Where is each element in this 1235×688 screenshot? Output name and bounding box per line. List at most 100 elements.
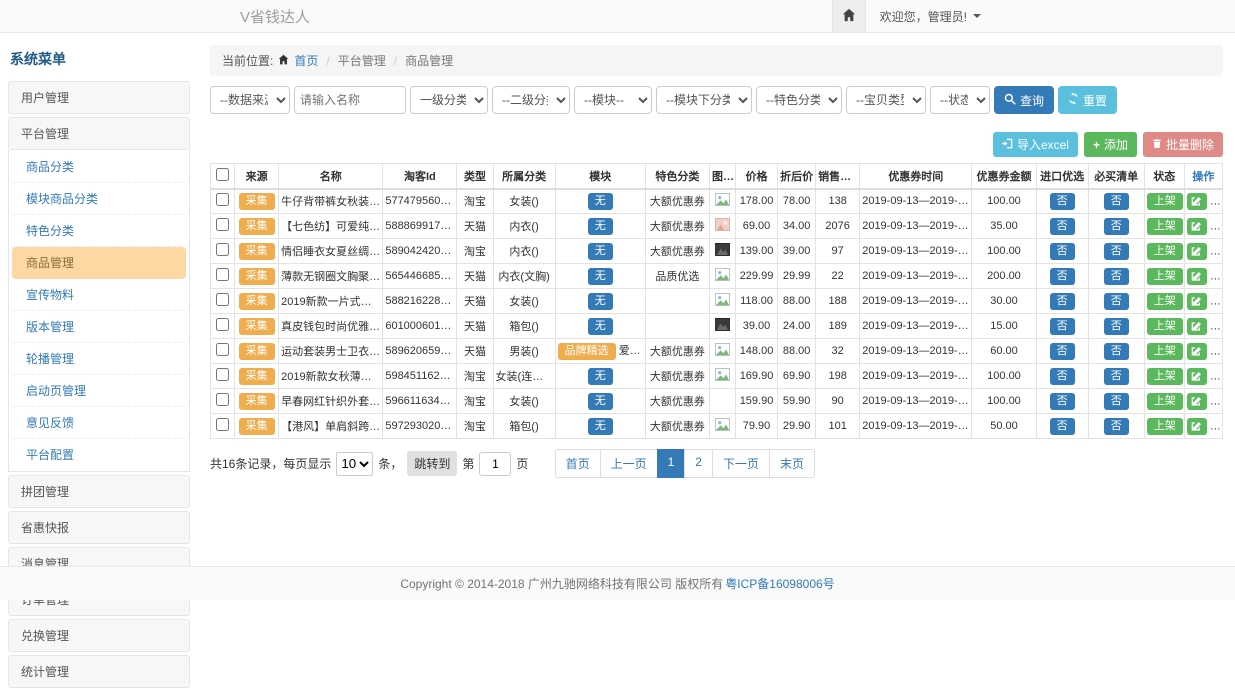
sidebar-subitem-版本管理[interactable]: 版本管理 bbox=[12, 311, 186, 343]
import-select-toggle[interactable]: 否 bbox=[1050, 343, 1075, 360]
row-checkbox[interactable] bbox=[216, 268, 229, 281]
edit-button[interactable] bbox=[1187, 393, 1207, 410]
must-buy-toggle[interactable]: 否 bbox=[1104, 343, 1129, 360]
must-buy-toggle[interactable]: 否 bbox=[1104, 393, 1129, 410]
status-badge[interactable]: 上架 bbox=[1147, 243, 1183, 260]
must-buy-toggle[interactable]: 否 bbox=[1104, 318, 1129, 335]
page-link-下一页[interactable]: 下一页 bbox=[712, 449, 770, 478]
row-checkbox[interactable] bbox=[216, 193, 229, 206]
import-select-toggle[interactable]: 否 bbox=[1050, 368, 1075, 385]
page-link-1[interactable]: 1 bbox=[657, 449, 686, 478]
row-checkbox[interactable] bbox=[216, 343, 229, 356]
import-select-toggle[interactable]: 否 bbox=[1050, 268, 1075, 285]
status-badge[interactable]: 上架 bbox=[1147, 393, 1183, 410]
import-select-toggle[interactable]: 否 bbox=[1050, 243, 1075, 260]
must-buy-toggle[interactable]: 否 bbox=[1104, 293, 1129, 310]
row-checkbox[interactable] bbox=[216, 243, 229, 256]
sidebar-item-用户管理[interactable]: 用户管理 bbox=[8, 81, 190, 114]
source-cell: 采集 bbox=[235, 239, 279, 264]
reset-button[interactable]: 重置 bbox=[1058, 86, 1117, 114]
edit-button[interactable] bbox=[1187, 193, 1207, 210]
filter-select-模块下分类[interactable]: --模块下分类-- bbox=[656, 86, 752, 114]
import-excel-button[interactable]: 导入excel bbox=[993, 132, 1078, 157]
page-link-首页[interactable]: 首页 bbox=[555, 449, 601, 478]
page-number-input[interactable] bbox=[479, 452, 511, 476]
must-buy-toggle[interactable]: 否 bbox=[1104, 243, 1129, 260]
status-badge[interactable]: 上架 bbox=[1147, 368, 1183, 385]
status-badge[interactable]: 上架 bbox=[1147, 268, 1183, 285]
must-buy-toggle[interactable]: 否 bbox=[1104, 268, 1129, 285]
import-select-toggle[interactable]: 否 bbox=[1050, 393, 1075, 410]
row-checkbox[interactable] bbox=[216, 393, 229, 406]
row-checkbox[interactable] bbox=[216, 418, 229, 431]
must-buy-toggle[interactable]: 否 bbox=[1104, 368, 1129, 385]
sidebar-item-平台管理[interactable]: 平台管理 bbox=[8, 117, 190, 150]
source-cell: 采集 bbox=[235, 189, 279, 214]
filter-select-二级分类[interactable]: --二级分类-- bbox=[492, 86, 570, 114]
status-badge[interactable]: 上架 bbox=[1147, 418, 1183, 435]
filter-select-特色分类[interactable]: --特色分类-- bbox=[756, 86, 842, 114]
edit-button[interactable] bbox=[1187, 343, 1207, 360]
status-badge[interactable]: 上架 bbox=[1147, 318, 1183, 335]
edit-button[interactable] bbox=[1187, 293, 1207, 310]
row-checkbox[interactable] bbox=[216, 368, 229, 381]
page-link-上一页[interactable]: 上一页 bbox=[600, 449, 658, 478]
query-button[interactable]: 查询 bbox=[994, 86, 1054, 114]
sidebar-subitem-商品分类[interactable]: 商品分类 bbox=[12, 151, 186, 183]
select-all-checkbox[interactable] bbox=[216, 168, 229, 181]
filter-select-数据来源[interactable]: --数据来源-- bbox=[210, 86, 290, 114]
status-badge[interactable]: 上架 bbox=[1147, 343, 1183, 360]
edit-button[interactable] bbox=[1187, 418, 1207, 435]
icp-link[interactable]: 粤ICP备16098006号 bbox=[725, 575, 834, 592]
welcome-text: 欢迎您，管理员! bbox=[880, 8, 967, 25]
sidebar-subitem-宣传物料[interactable]: 宣传物料 bbox=[12, 279, 186, 311]
edit-button[interactable] bbox=[1187, 243, 1207, 260]
batch-delete-button[interactable]: 批量删除 bbox=[1143, 132, 1223, 157]
import-select-toggle[interactable]: 否 bbox=[1050, 318, 1075, 335]
must-buy-toggle[interactable]: 否 bbox=[1104, 418, 1129, 435]
coupon-time-cell: 2019-09-13—2019-09-20 bbox=[860, 239, 972, 264]
home-button[interactable] bbox=[832, 0, 866, 32]
import-select-toggle[interactable]: 否 bbox=[1050, 218, 1075, 235]
jump-button[interactable]: 跳转到 bbox=[407, 451, 457, 476]
status-badge[interactable]: 上架 bbox=[1147, 218, 1183, 235]
add-button[interactable]: + 添加 bbox=[1084, 132, 1137, 157]
page-link-末页[interactable]: 末页 bbox=[769, 449, 815, 478]
status-badge[interactable]: 上架 bbox=[1147, 293, 1183, 310]
import-select-toggle[interactable]: 否 bbox=[1050, 193, 1075, 210]
must-buy-toggle[interactable]: 否 bbox=[1104, 218, 1129, 235]
user-menu[interactable]: 欢迎您，管理员! bbox=[866, 0, 995, 32]
sidebar-subitem-启动页管理[interactable]: 启动页管理 bbox=[12, 375, 186, 407]
sidebar-subitem-模块商品分类[interactable]: 模块商品分类 bbox=[12, 183, 186, 215]
sidebar-subitem-特色分类[interactable]: 特色分类 bbox=[12, 215, 186, 247]
sidebar-item-省惠快报[interactable]: 省惠快报 bbox=[8, 511, 190, 544]
sidebar-subitem-商品管理[interactable]: 商品管理 bbox=[12, 247, 186, 279]
sidebar-subitem-意见反馈[interactable]: 意见反馈 bbox=[12, 407, 186, 439]
page-link-2[interactable]: 2 bbox=[684, 449, 713, 478]
filter-select-模块[interactable]: --模块-- bbox=[574, 86, 652, 114]
source-badge: 采集 bbox=[239, 343, 275, 360]
row-checkbox[interactable] bbox=[216, 293, 229, 306]
row-checkbox[interactable] bbox=[216, 218, 229, 231]
sidebar-item-统计管理[interactable]: 统计管理 bbox=[8, 655, 190, 688]
edit-button[interactable] bbox=[1187, 218, 1207, 235]
row-checkbox-cell bbox=[211, 364, 235, 389]
import-select-toggle[interactable]: 否 bbox=[1050, 418, 1075, 435]
must-buy-toggle[interactable]: 否 bbox=[1104, 193, 1129, 210]
status-badge[interactable]: 上架 bbox=[1147, 193, 1183, 210]
breadcrumb-home-link[interactable]: 首页 bbox=[294, 52, 318, 69]
filter-select-宝贝类型[interactable]: --宝贝类型-- bbox=[846, 86, 926, 114]
edit-button[interactable] bbox=[1187, 318, 1207, 335]
per-page-select[interactable]: 10 bbox=[336, 452, 373, 476]
edit-button[interactable] bbox=[1187, 268, 1207, 285]
edit-button[interactable] bbox=[1187, 368, 1207, 385]
filter-select-状态[interactable]: --状态-- bbox=[930, 86, 990, 114]
sidebar-item-拼团管理[interactable]: 拼团管理 bbox=[8, 475, 190, 508]
filter-select-一级分类[interactable]: 一级分类 bbox=[410, 86, 488, 114]
sidebar-subitem-平台配置[interactable]: 平台配置 bbox=[12, 439, 186, 470]
row-checkbox[interactable] bbox=[216, 318, 229, 331]
sidebar-item-兑换管理[interactable]: 兑换管理 bbox=[8, 619, 190, 652]
search-input[interactable] bbox=[294, 86, 406, 114]
import-select-toggle[interactable]: 否 bbox=[1050, 293, 1075, 310]
sidebar-subitem-轮播管理[interactable]: 轮播管理 bbox=[12, 343, 186, 375]
